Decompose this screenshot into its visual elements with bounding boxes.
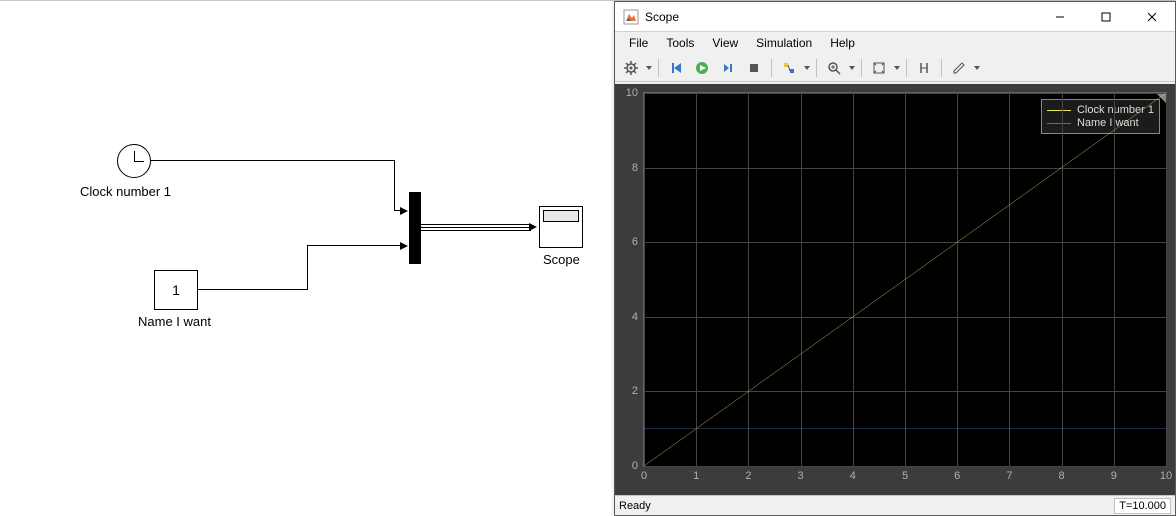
y-tick-label: 4 <box>632 311 638 323</box>
x-tick-label: 10 <box>1160 470 1172 482</box>
series-line <box>644 93 1166 466</box>
scope-window: Scope File Tools View Simulation Help <box>614 1 1176 516</box>
clock-hand-icon <box>134 161 144 162</box>
close-button[interactable] <box>1129 2 1175 32</box>
matlab-icon <box>623 9 639 25</box>
constant-block[interactable]: 1 <box>154 270 198 310</box>
run-icon[interactable] <box>690 57 714 79</box>
minimize-button[interactable] <box>1037 2 1083 32</box>
separator <box>861 59 862 77</box>
status-ready: Ready <box>619 500 1114 512</box>
dropdown-icon[interactable] <box>645 66 653 70</box>
scope-block-label: Scope <box>543 252 580 267</box>
dropdown-icon[interactable] <box>848 66 856 70</box>
maximize-button[interactable] <box>1083 2 1129 32</box>
highlight-icon[interactable] <box>777 57 801 79</box>
simulink-canvas[interactable]: Clock number 1 1 Name I want Scope <box>0 2 614 515</box>
x-tick-label: 9 <box>1111 470 1117 482</box>
autoscale-icon[interactable] <box>867 57 891 79</box>
dropdown-icon[interactable] <box>803 66 811 70</box>
zoom-icon[interactable] <box>822 57 846 79</box>
scope-plot[interactable]: Clock number 1 Name I want 0123456789100… <box>643 92 1167 467</box>
x-tick-label: 4 <box>850 470 856 482</box>
separator <box>771 59 772 77</box>
stop-icon[interactable] <box>742 57 766 79</box>
clock-block[interactable] <box>117 144 151 178</box>
signal-wire[interactable] <box>151 160 395 161</box>
plot-lines <box>644 93 1166 466</box>
x-tick-label: 6 <box>954 470 960 482</box>
title-bar[interactable]: Scope <box>615 2 1175 32</box>
x-tick-label: 1 <box>693 470 699 482</box>
y-tick-label: 8 <box>632 162 638 174</box>
status-bar: Ready T=10.000 <box>615 495 1175 515</box>
grid-line <box>1166 93 1167 466</box>
x-tick-label: 8 <box>1059 470 1065 482</box>
y-tick-label: 2 <box>632 385 638 397</box>
y-tick-label: 0 <box>632 460 638 472</box>
bus-wire[interactable] <box>421 224 531 231</box>
grid-line <box>644 466 1166 467</box>
separator <box>658 59 659 77</box>
y-tick-label: 6 <box>632 236 638 248</box>
signal-wire[interactable] <box>307 245 402 246</box>
signal-wire[interactable] <box>307 245 308 290</box>
x-tick-label: 7 <box>1006 470 1012 482</box>
menu-view[interactable]: View <box>704 34 746 52</box>
separator <box>941 59 942 77</box>
constant-block-label: Name I want <box>138 314 211 329</box>
window-title: Scope <box>645 10 1037 24</box>
constant-value: 1 <box>172 282 180 298</box>
x-tick-label: 0 <box>641 470 647 482</box>
dropdown-icon[interactable] <box>893 66 901 70</box>
dropdown-icon[interactable] <box>973 66 981 70</box>
annotate-icon[interactable] <box>947 57 971 79</box>
menu-simulation[interactable]: Simulation <box>748 34 820 52</box>
menu-help[interactable]: Help <box>822 34 863 52</box>
separator <box>906 59 907 77</box>
scope-top-icon <box>543 210 579 222</box>
scope-block[interactable] <box>539 206 583 248</box>
signal-wire[interactable] <box>394 160 395 211</box>
menu-bar: File Tools View Simulation Help <box>615 32 1175 54</box>
plot-area: Clock number 1 Name I want 0123456789100… <box>615 84 1175 495</box>
x-tick-label: 3 <box>798 470 804 482</box>
menu-file[interactable]: File <box>621 34 656 52</box>
arrow-icon <box>529 223 537 231</box>
restart-icon[interactable] <box>664 57 688 79</box>
y-tick-label: 10 <box>626 87 638 99</box>
arrow-icon <box>400 207 408 215</box>
x-tick-label: 2 <box>745 470 751 482</box>
signal-wire[interactable] <box>198 289 308 290</box>
scope-screen-icon <box>545 226 577 243</box>
menu-tools[interactable]: Tools <box>658 34 702 52</box>
arrow-icon <box>400 242 408 250</box>
gear-icon[interactable] <box>619 57 643 79</box>
toolbar <box>615 54 1175 82</box>
clock-block-label: Clock number 1 <box>80 184 171 199</box>
x-tick-label: 5 <box>902 470 908 482</box>
separator <box>816 59 817 77</box>
step-icon[interactable] <box>716 57 740 79</box>
mux-block[interactable] <box>409 192 421 264</box>
measure-icon[interactable] <box>912 57 936 79</box>
status-time: T=10.000 <box>1114 498 1171 514</box>
